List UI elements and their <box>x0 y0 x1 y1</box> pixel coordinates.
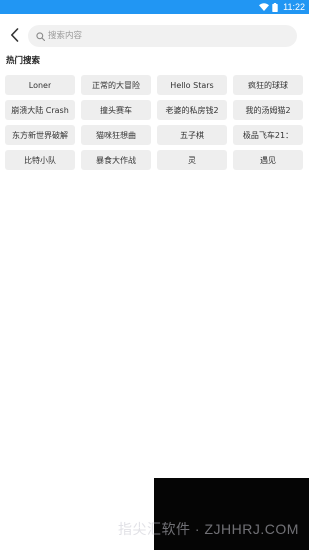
dark-overlay-block <box>154 478 309 550</box>
hot-tag[interactable]: 东方新世界破解 <box>5 125 75 145</box>
search-bar[interactable] <box>28 25 297 47</box>
hot-tag[interactable]: 我的汤姆猫2 <box>233 100 303 120</box>
hot-tag[interactable]: 正常的大冒险 <box>81 75 151 95</box>
status-time: 11:22 <box>283 2 305 12</box>
hot-tag[interactable]: 灵 <box>157 150 227 170</box>
hot-tag[interactable]: 暴食大作战 <box>81 150 151 170</box>
hot-tag-label: 崩溃大陆 Crash <box>11 105 69 115</box>
hot-tag[interactable]: 疯狂的球球 <box>233 75 303 95</box>
hot-tag-label: 老婆的私房钱2 <box>165 105 219 115</box>
watermark: 指尖汇软件 · ZJHHRJ.COM <box>118 521 299 537</box>
hot-tag-label: 五子棋 <box>180 130 204 140</box>
hot-tag[interactable]: 比特小队 <box>5 150 75 170</box>
hot-tag[interactable]: Loner <box>5 75 75 95</box>
hot-tag-label: 疯狂的球球 <box>248 80 288 90</box>
chevron-left-icon <box>10 28 18 42</box>
hot-tag[interactable]: 撞头赛车 <box>81 100 151 120</box>
search-input[interactable] <box>48 26 268 46</box>
hot-tag-label: 我的汤姆猫2 <box>245 105 291 115</box>
hot-tag-label: 比特小队 <box>24 155 56 165</box>
hot-tag-label: 猫咪狂想曲 <box>96 130 136 140</box>
status-bar: 11:22 <box>0 0 309 14</box>
back-button[interactable] <box>4 24 24 46</box>
hot-tag[interactable]: 崩溃大陆 Crash <box>5 100 75 120</box>
hot-tag-label: 灵 <box>188 155 196 165</box>
hot-tag[interactable]: 猫咪狂想曲 <box>81 125 151 145</box>
hot-tag[interactable]: Hello Stars <box>157 75 227 95</box>
hot-tag-label: 遇见 <box>260 155 276 165</box>
hot-tag-label: 极品飞车21： <box>242 130 294 140</box>
hot-tag[interactable]: 极品飞车21： <box>233 125 303 145</box>
hot-tag-label: 暴食大作战 <box>96 155 136 165</box>
hot-tag-label: 正常的大冒险 <box>92 80 140 90</box>
hot-tag-label: 东方新世界破解 <box>12 130 68 140</box>
hot-tag[interactable]: 五子棋 <box>157 125 227 145</box>
hot-tag-label: Hello Stars <box>170 80 214 90</box>
hot-tag-label: 撞头赛车 <box>100 105 132 115</box>
app-screen: 11:22 热门搜索 Loner 正常的大冒险 Hello Stars 疯狂的球… <box>0 0 309 550</box>
hot-tag[interactable]: 老婆的私房钱2 <box>157 100 227 120</box>
battery-icon <box>272 2 278 12</box>
hot-tag-label: Loner <box>28 80 52 90</box>
hot-tag[interactable]: 遇见 <box>233 150 303 170</box>
hot-search-title: 热门搜索 <box>6 56 41 66</box>
hot-search-tags: Loner 正常的大冒险 Hello Stars 疯狂的球球 崩溃大陆 Cras… <box>5 75 304 170</box>
wifi-icon <box>259 3 270 11</box>
search-icon <box>36 31 45 41</box>
